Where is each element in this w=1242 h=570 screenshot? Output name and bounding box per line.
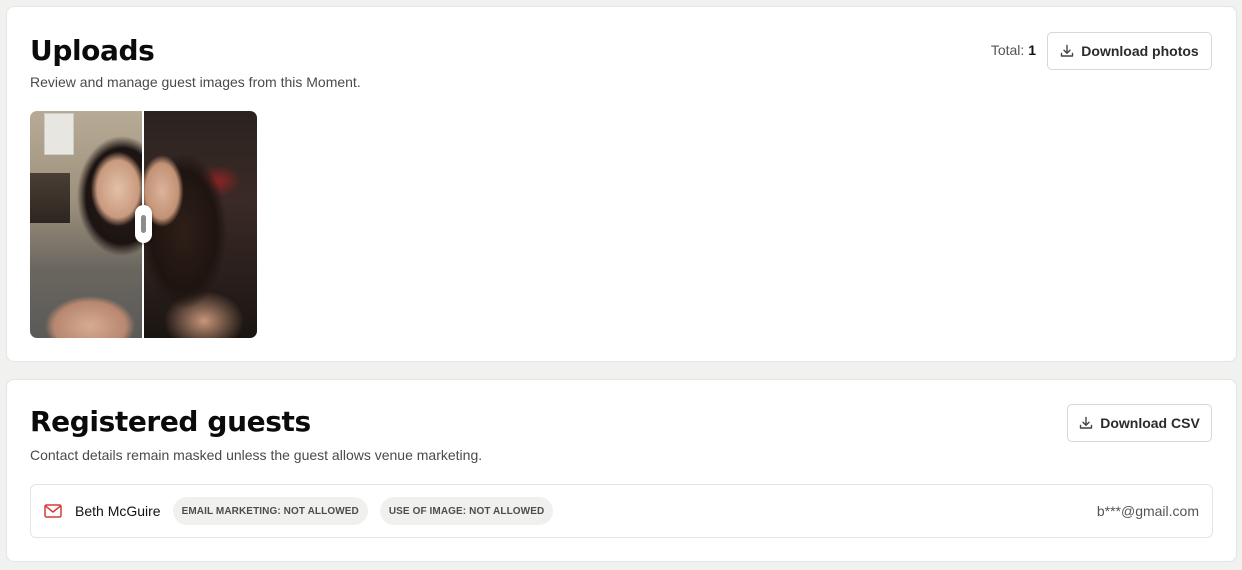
guest-name: Beth McGuire (75, 503, 161, 519)
download-csv-button[interactable]: Download CSV (1067, 404, 1212, 442)
total-label: Total: (990, 42, 1025, 58)
email-marketing-badge: EMAIL MARKETING: NOT ALLOWED (172, 497, 368, 525)
guests-title: Registered guests (30, 405, 311, 438)
uploads-card: Uploads Review and manage guest images f… (6, 6, 1237, 362)
download-photos-label: Download photos (1081, 43, 1199, 59)
before-image (30, 111, 143, 338)
download-icon (1061, 44, 1074, 57)
total-value: 1 (1028, 42, 1036, 58)
guests-card: Registered guests Contact details remain… (6, 379, 1237, 562)
background-note (44, 113, 74, 155)
after-image (144, 111, 257, 338)
mail-icon (44, 504, 62, 518)
uploads-title: Uploads (30, 34, 155, 67)
download-csv-label: Download CSV (1100, 415, 1200, 431)
comparison-slider-handle[interactable] (135, 205, 152, 243)
guests-subtitle: Contact details remain masked unless the… (30, 447, 483, 463)
guest-email: b***@gmail.com (1096, 503, 1199, 519)
download-photos-button[interactable]: Download photos (1047, 32, 1212, 70)
guest-row[interactable]: Beth McGuire EMAIL MARKETING: NOT ALLOWE… (30, 484, 1213, 538)
use-of-image-badge: USE OF IMAGE: NOT ALLOWED (379, 497, 554, 525)
background-shelf (30, 173, 70, 223)
download-icon (1080, 416, 1093, 429)
total-count: Total: 1 (991, 42, 1036, 58)
image-comparison[interactable] (30, 111, 257, 338)
uploads-subtitle: Review and manage guest images from this… (30, 74, 361, 90)
